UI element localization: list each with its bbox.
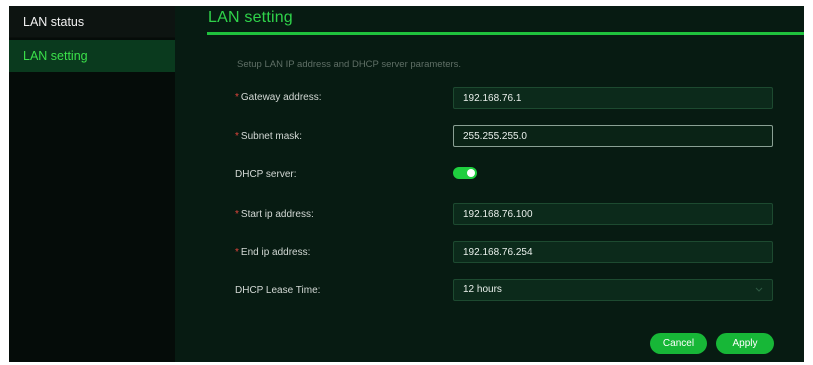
page-title: LAN setting — [208, 9, 293, 26]
end-ip-label: * End ip address: — [235, 247, 310, 258]
sidebar-item-lan-status[interactable]: LAN status — [9, 6, 175, 38]
cancel-button[interactable]: Cancel — [650, 333, 707, 354]
end-ip-input[interactable] — [453, 241, 773, 263]
dhcp-server-toggle[interactable] — [453, 167, 477, 179]
chevron-down-icon — [755, 287, 763, 292]
apply-button[interactable]: Apply — [716, 333, 774, 354]
lease-time-select[interactable]: 12 hours — [453, 279, 773, 301]
sidebar-item-lan-setting[interactable]: LAN setting — [9, 40, 175, 72]
title-divider — [207, 32, 804, 35]
subnet-mask-input[interactable] — [453, 125, 773, 147]
gateway-address-input[interactable] — [453, 87, 773, 109]
end-ip-label-text: End ip address: — [240, 247, 311, 258]
start-ip-label: * Start ip address: — [235, 209, 314, 220]
subnet-label: * Subnet mask: — [235, 131, 302, 142]
toggle-knob — [467, 169, 475, 177]
start-ip-input[interactable] — [453, 203, 773, 225]
gateway-label-text: Gateway address: — [240, 92, 322, 103]
start-ip-label-text: Start ip address: — [240, 209, 314, 220]
required-mark: * — [235, 92, 239, 103]
dhcp-server-label: DHCP server: — [235, 169, 297, 180]
required-mark: * — [235, 247, 239, 258]
lease-time-label: DHCP Lease Time: — [235, 285, 321, 296]
lease-time-value: 12 hours — [463, 284, 502, 295]
router-app: LAN status LAN setting LAN setting Setup… — [9, 6, 804, 362]
required-mark: * — [235, 131, 239, 142]
required-mark: * — [235, 209, 239, 220]
gateway-label: * Gateway address: — [235, 92, 322, 103]
page-description: Setup LAN IP address and DHCP server par… — [237, 59, 462, 70]
subnet-label-text: Subnet mask: — [240, 131, 303, 142]
sidebar: LAN status LAN setting — [9, 6, 175, 362]
main-panel: LAN setting Setup LAN IP address and DHC… — [175, 6, 804, 362]
